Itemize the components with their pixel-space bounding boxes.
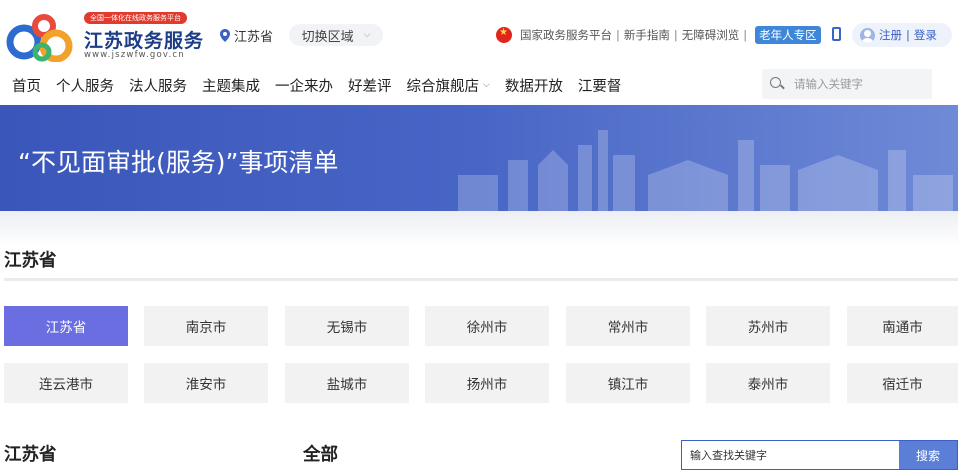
- section-divider: [4, 278, 958, 281]
- site-search: [762, 69, 932, 99]
- nav-item-home[interactable]: 首页: [12, 75, 41, 96]
- city-tab-changzhou[interactable]: 常州市: [566, 306, 690, 346]
- city-tab-suqian[interactable]: 宿迁市: [847, 363, 958, 403]
- user-avatar-icon: [860, 27, 875, 43]
- nav-item-label: 好差评: [348, 78, 392, 95]
- guide-link[interactable]: 新手指南: [624, 27, 670, 43]
- nav-item-personal[interactable]: 个人服务: [56, 75, 114, 96]
- nav-item-theme[interactable]: 主题集成: [202, 75, 260, 96]
- nav-item-label: 江要督: [577, 78, 622, 95]
- logo-title: 江苏政务服务: [84, 30, 205, 52]
- logo-icon: [6, 14, 73, 62]
- national-emblem-icon: [496, 27, 512, 43]
- mobile-phone-icon[interactable]: [832, 27, 841, 41]
- user-auth-box: 注册 | 登录: [852, 23, 952, 47]
- chevron-down-icon: ⌵: [363, 30, 371, 40]
- link-separator: |: [673, 28, 678, 42]
- chevron-down-icon: ⌵: [483, 80, 490, 90]
- list-area-label: 江苏省: [4, 445, 57, 465]
- city-tab-wuxi[interactable]: 无锡市: [285, 306, 409, 346]
- location-label: 江苏省: [234, 30, 274, 45]
- region-switch-dropdown[interactable]: 切换区域 ⌵: [289, 24, 383, 46]
- current-location: 江苏省: [220, 26, 273, 45]
- top-links: 国家政务服务平台 | 新手指南 | 无障碍浏览 | 老年人专区: [496, 24, 821, 46]
- city-tab-yangzhou[interactable]: 扬州市: [425, 363, 549, 403]
- item-search-input[interactable]: [682, 441, 899, 469]
- city-tab-lianyungang[interactable]: 连云港市: [4, 363, 128, 403]
- nav-item-label: 一企来办: [275, 78, 333, 95]
- link-separator: |: [743, 28, 748, 42]
- nav-item-label: 法人服务: [129, 78, 187, 95]
- city-tab-yancheng[interactable]: 盐城市: [285, 363, 409, 403]
- city-tab-xuzhou[interactable]: 徐州市: [425, 306, 549, 346]
- accessible-link[interactable]: 无障碍浏览: [682, 27, 740, 43]
- nav-item-open-data[interactable]: 数据开放: [505, 75, 563, 96]
- elder-zone-button[interactable]: 老年人专区: [755, 26, 821, 44]
- region-switch-label: 切换区域: [301, 29, 354, 45]
- nav-item-label: 个人服务: [56, 78, 114, 95]
- register-link[interactable]: 注册: [879, 27, 902, 43]
- city-tab-suzhou[interactable]: 苏州市: [706, 306, 830, 346]
- city-tab-nantong[interactable]: 南通市: [847, 306, 958, 346]
- list-category-label: 全部: [303, 445, 338, 465]
- item-search: 搜索: [681, 440, 958, 470]
- login-link[interactable]: 登录: [914, 27, 937, 43]
- city-tab-huaian[interactable]: 淮安市: [144, 363, 268, 403]
- city-tab-zhenjiang[interactable]: 镇江市: [566, 363, 690, 403]
- search-icon[interactable]: [770, 77, 784, 91]
- page-title: “不见面审批(服务)”事项清单: [18, 148, 339, 177]
- nav-item-label: 综合旗舰店: [406, 78, 480, 95]
- item-search-button[interactable]: 搜索: [899, 441, 957, 469]
- auth-separator: |: [906, 28, 910, 42]
- city-skyline-illustration: [458, 130, 953, 211]
- banner-fade: [0, 211, 958, 246]
- nav-item-rating[interactable]: 好差评: [348, 75, 392, 96]
- main-nav: 首页 个人服务 法人服务 主题集成 一企来办 好差评 综合旗舰店 ⌵ 数据开放 江…: [0, 66, 958, 104]
- city-tab-taizhou[interactable]: 泰州市: [706, 363, 830, 403]
- search-input[interactable]: [794, 77, 924, 91]
- logo-badge: 全国一体化在线政务服务平台: [84, 12, 187, 24]
- location-pin-icon: [220, 29, 230, 42]
- logo-url: www.jszwfw.gov.cn: [84, 50, 185, 60]
- nav-item-legal[interactable]: 法人服务: [129, 75, 187, 96]
- nav-item-label: 首页: [12, 78, 41, 95]
- page-banner: “不见面审批(服务)”事项清单: [0, 105, 958, 211]
- site-header: 全国一体化在线政务服务平台 江苏政务服务 www.jszwfw.gov.cn 江…: [0, 0, 958, 66]
- nav-items: 首页 个人服务 法人服务 主题集成 一企来办 好差评 综合旗舰店 ⌵ 数据开放 江…: [12, 66, 636, 104]
- link-separator: |: [616, 28, 620, 42]
- nav-item-flagship[interactable]: 综合旗舰店 ⌵: [407, 75, 490, 96]
- site-logo[interactable]: 全国一体化在线政务服务平台 江苏政务服务 www.jszwfw.gov.cn: [4, 10, 204, 64]
- nav-item-supervise[interactable]: 江要督: [578, 75, 622, 96]
- nav-item-label: 主题集成: [202, 78, 260, 95]
- province-title: 江苏省: [4, 251, 57, 271]
- nav-item-enterprise[interactable]: 一企来办: [275, 75, 333, 96]
- city-tab-jiangsu[interactable]: 江苏省: [4, 306, 128, 346]
- national-platform-link[interactable]: 国家政务服务平台: [520, 27, 612, 43]
- city-tab-nanjing[interactable]: 南京市: [144, 306, 268, 346]
- nav-item-label: 数据开放: [504, 78, 563, 95]
